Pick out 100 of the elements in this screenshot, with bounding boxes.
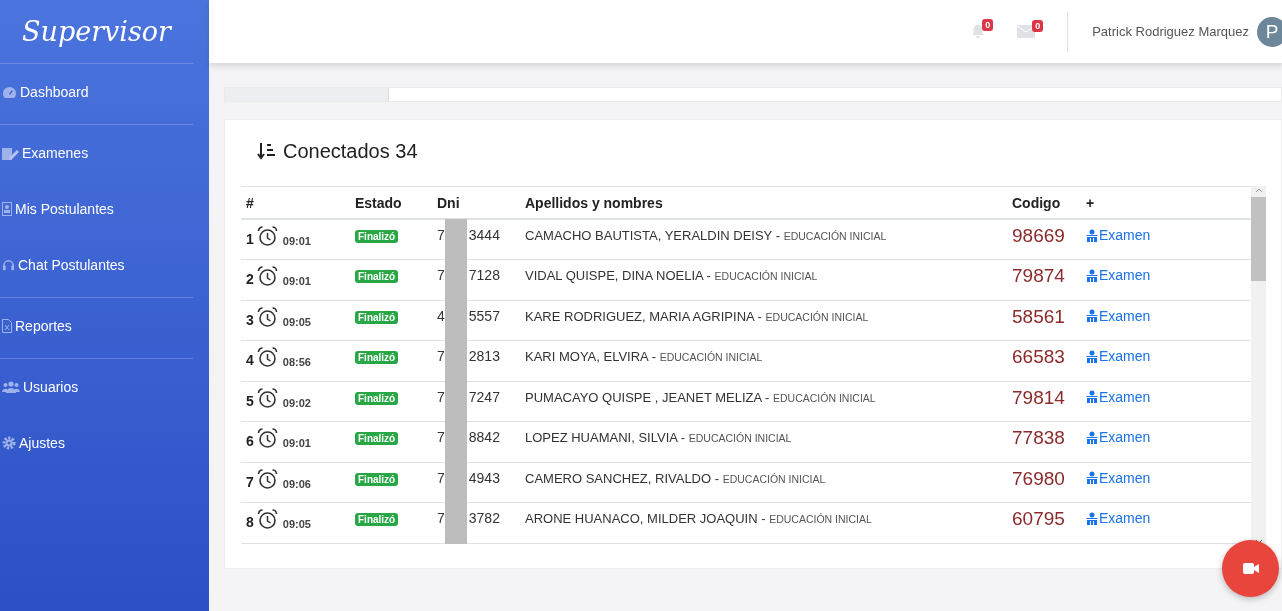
bell-icon xyxy=(971,24,986,39)
applicant-code: 79874 xyxy=(1012,265,1065,286)
applicant-code: 66583 xyxy=(1012,346,1065,367)
exam-link[interactable]: Examen xyxy=(1086,348,1151,364)
program-name: EDUCACIÓN INICIAL xyxy=(688,432,792,444)
sort-descending-icon xyxy=(257,142,277,160)
dni-text: 3444 xyxy=(468,227,500,243)
status-badge: Finalizó xyxy=(355,310,399,324)
dni-text: 7 xyxy=(437,348,445,364)
exam-link[interactable]: Examen xyxy=(1086,227,1151,243)
status-badge: Finalizó xyxy=(355,230,399,243)
dni-text: 7 xyxy=(437,429,445,445)
redaction-bar xyxy=(445,502,467,544)
dni-text: 4943 xyxy=(468,469,500,486)
sidebar-item[interactable]: Chat Postulantes xyxy=(0,251,209,279)
applicant-code: 76980 xyxy=(1012,467,1065,489)
message-count: 0 xyxy=(1032,20,1044,32)
row-number: 7 xyxy=(246,473,254,490)
sidebar-item[interactable]: Ajustes xyxy=(0,429,209,457)
row-number: 5 xyxy=(246,392,254,409)
sidebar-item[interactable]: Reportes xyxy=(0,312,209,340)
alarm-clock-icon xyxy=(256,509,278,530)
sidebar-item[interactable]: Examenes xyxy=(0,139,209,167)
exam-link[interactable]: Examen xyxy=(1086,267,1151,283)
dni-text: 7128 xyxy=(468,267,500,283)
applicant-code: 79814 xyxy=(1012,386,1065,408)
tab[interactable] xyxy=(225,88,389,101)
program-name: EDUCACIÓN INICIAL xyxy=(722,472,826,485)
program-name: EDUCACIÓN INICIAL xyxy=(769,513,872,525)
applicant-name: KARI MOYA, ELVIRA - xyxy=(525,349,656,364)
column-header: Estado xyxy=(350,186,432,219)
status-badge: Finalizó xyxy=(355,351,399,364)
program-name: EDUCACIÓN INICIAL xyxy=(765,310,869,323)
scrollbar-thumb[interactable] xyxy=(1251,197,1266,281)
applicant-name: ARONE HUANACO, MILDER JOAQUIN - xyxy=(525,511,766,526)
column-header: Codigo xyxy=(1007,186,1081,219)
edit-icon xyxy=(2,146,19,160)
sidebar-item[interactable]: Dashboard xyxy=(0,78,209,106)
exam-link[interactable]: Examen xyxy=(1086,388,1151,405)
group-icon xyxy=(1086,309,1098,322)
applicant-name: CAMERO SANCHEZ, RIVALDO - xyxy=(525,470,720,486)
group-icon xyxy=(1086,268,1098,282)
applicant-code: 58561 xyxy=(1012,305,1065,327)
connection-time: 09:01 xyxy=(282,437,311,449)
program-name: EDUCACIÓN INICIAL xyxy=(783,230,887,242)
users-icon xyxy=(2,381,20,393)
applicant-name: KARE RODRIGUEZ, MARIA AGRIPINA - xyxy=(525,308,762,324)
row-number: 4 xyxy=(246,352,254,368)
alarm-clock-icon xyxy=(256,468,278,490)
exam-link[interactable]: Examen xyxy=(1086,510,1151,526)
exam-link[interactable]: Examen xyxy=(1086,307,1151,324)
applicant-name: LOPEZ HUAMANI, SILVIA - xyxy=(525,430,686,445)
id-card-icon xyxy=(2,202,12,216)
exam-link[interactable]: Examen xyxy=(1086,429,1151,445)
connection-time: 09:01 xyxy=(282,235,311,247)
status-badge: Finalizó xyxy=(355,472,399,486)
exam-link[interactable]: Examen xyxy=(1086,469,1151,486)
dni-text: 7 xyxy=(437,469,445,486)
brand-logo[interactable]: Supervisor xyxy=(0,0,209,63)
group-icon xyxy=(1086,511,1098,525)
sidebar-item[interactable]: Usuarios xyxy=(0,373,209,401)
applicant-name: CAMACHO BAUTISTA, YERALDIN DEISY - xyxy=(525,228,780,243)
group-icon xyxy=(1086,349,1098,363)
column-header: # xyxy=(241,186,350,219)
program-name: EDUCACIÓN INICIAL xyxy=(773,391,876,404)
dni-text: 7 xyxy=(437,510,445,526)
dni-text: 8842 xyxy=(468,429,500,445)
group-icon xyxy=(1086,390,1098,403)
connection-time: 09:05 xyxy=(282,315,311,328)
settings-icon xyxy=(2,436,16,450)
applicant-name: VIDAL QUISPE, DINA NOELIA - xyxy=(525,268,711,283)
dni-text: 7247 xyxy=(468,388,500,405)
gauge-icon xyxy=(2,85,17,99)
status-badge: Finalizó xyxy=(355,391,399,405)
row-number: 8 xyxy=(246,514,254,530)
applicant-code: 98669 xyxy=(1012,225,1065,246)
dni-text: 4 xyxy=(437,307,445,324)
redaction-bar xyxy=(445,219,467,260)
scrollbar[interactable] xyxy=(1251,186,1266,546)
alarm-clock-icon xyxy=(256,266,278,287)
headset-icon xyxy=(2,258,15,272)
status-badge: Finalizó xyxy=(355,513,399,526)
connection-time: 09:02 xyxy=(282,396,311,409)
user-name[interactable]: Patrick Rodriguez Marquez xyxy=(1092,24,1249,39)
user-avatar[interactable]: P xyxy=(1257,16,1282,47)
connection-time: 09:05 xyxy=(282,518,311,530)
group-icon xyxy=(1086,228,1098,242)
applicant-code: 77838 xyxy=(1012,427,1065,448)
dni-text: 7 xyxy=(437,227,445,243)
scroll-up-icon xyxy=(1254,188,1263,193)
alarm-clock-icon xyxy=(256,387,278,409)
dni-text: 7 xyxy=(437,388,445,405)
connection-time: 09:06 xyxy=(282,477,311,490)
status-badge: Finalizó xyxy=(355,432,399,445)
row-number: 3 xyxy=(246,311,254,328)
spreadsheet-file-icon xyxy=(2,319,12,333)
applicant-name: PUMACAYO QUISPE , JEANET MELIZA - xyxy=(525,389,770,405)
sidebar-item[interactable]: Mis Postulantes xyxy=(0,195,209,223)
dni-text: 3782 xyxy=(468,510,500,526)
dni-text: 5557 xyxy=(468,307,500,324)
